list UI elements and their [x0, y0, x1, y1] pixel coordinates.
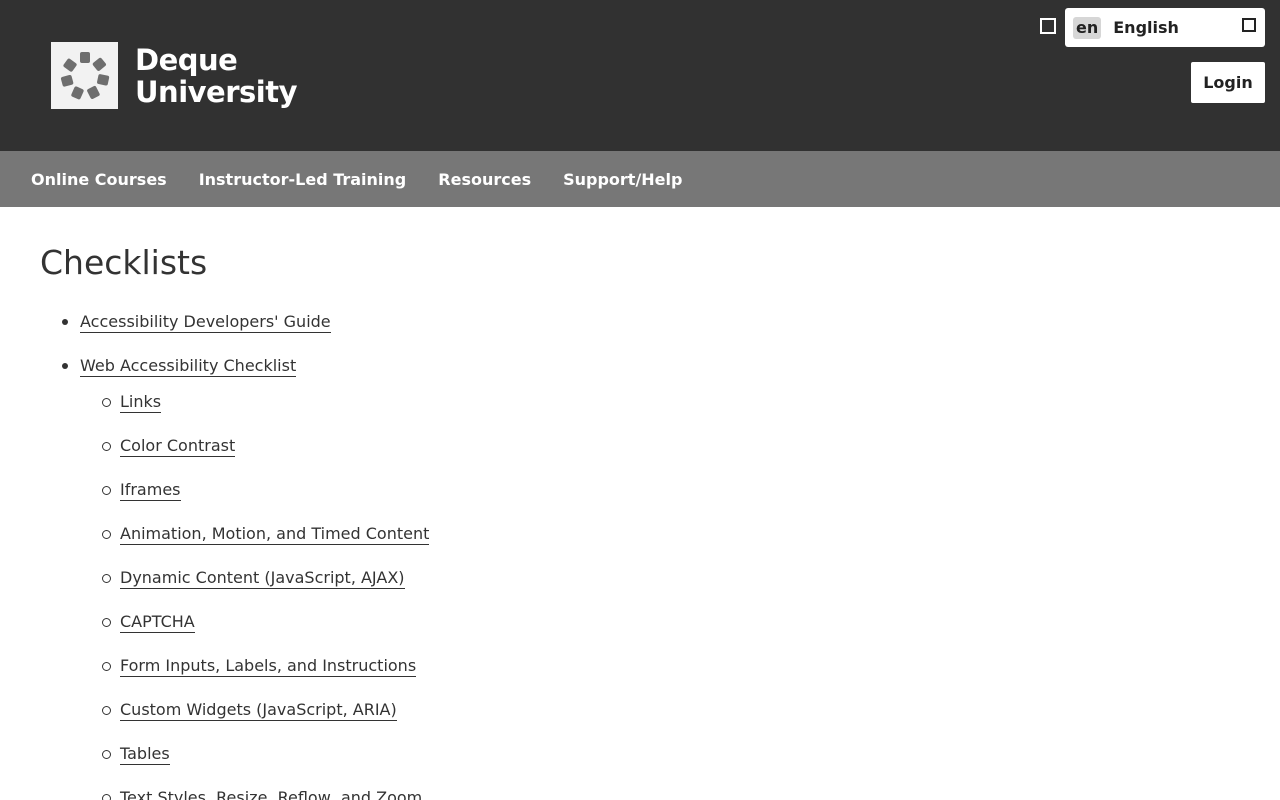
link-links[interactable]: Links: [120, 392, 162, 413]
main-nav: Online Courses Instructor-Led Training R…: [0, 151, 1280, 207]
link-iframes[interactable]: Iframes: [120, 480, 181, 501]
nav-online-courses[interactable]: Online Courses: [15, 170, 183, 189]
list-item: Text Styles, Resize, Reflow, and Zoom: [102, 787, 1240, 800]
site-header: Deque University en English Login: [0, 0, 1280, 151]
list-item: CAPTCHA: [102, 611, 1240, 633]
list-item: Iframes: [102, 479, 1240, 501]
logo-line-2: University: [135, 74, 297, 109]
language-toggle-checkbox[interactable]: [1040, 18, 1056, 34]
link-dynamic-content[interactable]: Dynamic Content (JavaScript, AJAX): [120, 568, 405, 589]
language-select[interactable]: en English: [1065, 8, 1265, 47]
list-item: Tables: [102, 743, 1240, 765]
link-color-contrast[interactable]: Color Contrast: [120, 436, 236, 457]
link-animation-motion[interactable]: Animation, Motion, and Timed Content: [120, 524, 430, 545]
language-select-box-icon: [1242, 18, 1256, 32]
list-item: Color Contrast: [102, 435, 1240, 457]
main-content: Checklists Accessibility Developers' Gui…: [0, 207, 1280, 800]
login-button[interactable]: Login: [1191, 62, 1265, 103]
link-custom-widgets[interactable]: Custom Widgets (JavaScript, ARIA): [120, 700, 397, 721]
list-item: Web Accessibility Checklist Links Color …: [62, 355, 1240, 800]
list-item: Links: [102, 391, 1240, 413]
logo-link[interactable]: Deque University: [51, 42, 297, 109]
list-item: Dynamic Content (JavaScript, AJAX): [102, 567, 1240, 589]
language-name: English: [1113, 18, 1179, 37]
link-captcha[interactable]: CAPTCHA: [120, 612, 195, 633]
list-item: Custom Widgets (JavaScript, ARIA): [102, 699, 1240, 721]
sub-list: Links Color Contrast Iframes Animation, …: [80, 391, 1240, 800]
list-item: Animation, Motion, and Timed Content: [102, 523, 1240, 545]
page-title: Checklists: [40, 243, 208, 282]
link-tables[interactable]: Tables: [120, 744, 170, 765]
link-form-inputs[interactable]: Form Inputs, Labels, and Instructions: [120, 656, 417, 677]
link-web-accessibility-checklist[interactable]: Web Accessibility Checklist: [80, 356, 297, 377]
logo-text: Deque University: [135, 44, 297, 108]
logo-line-1: Deque: [135, 42, 238, 77]
nav-support-help[interactable]: Support/Help: [547, 170, 698, 189]
list-item: Form Inputs, Labels, and Instructions: [102, 655, 1240, 677]
language-code-badge: en: [1073, 16, 1102, 39]
link-accessibility-developers-guide[interactable]: Accessibility Developers' Guide: [80, 312, 331, 333]
nav-instructor-led-training[interactable]: Instructor-Led Training: [183, 170, 423, 189]
link-text-styles[interactable]: Text Styles, Resize, Reflow, and Zoom: [120, 788, 423, 800]
deque-logo-icon: [51, 42, 118, 109]
checklist-list: Accessibility Developers' Guide Web Acce…: [40, 311, 1240, 800]
nav-resources[interactable]: Resources: [422, 170, 547, 189]
list-item: Accessibility Developers' Guide: [62, 311, 1240, 333]
